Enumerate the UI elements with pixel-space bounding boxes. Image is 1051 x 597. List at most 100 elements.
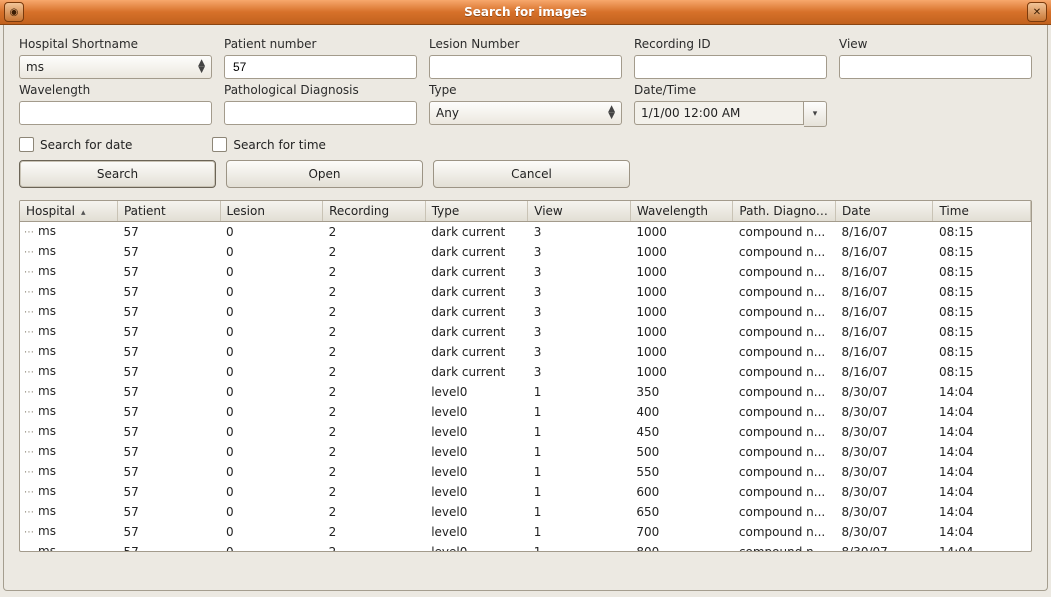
open-button[interactable]: Open xyxy=(226,160,423,188)
datetime-input[interactable]: 1/1/00 12:00 AM xyxy=(634,101,804,125)
cell-pathdiag: compound n... xyxy=(733,342,836,362)
table-row[interactable]: ⋯ms5702dark current31000compound n...8/1… xyxy=(20,322,1031,342)
tree-node-icon: ⋯ xyxy=(24,427,34,438)
label-lesion-number: Lesion Number xyxy=(429,37,622,51)
label-type: Type xyxy=(429,83,622,97)
checkbox-icon xyxy=(212,137,227,152)
recording-id-value[interactable] xyxy=(641,59,820,75)
wavelength-value[interactable] xyxy=(26,105,205,121)
patient-number-value[interactable] xyxy=(231,59,410,75)
cell-date: 8/30/07 xyxy=(836,442,933,462)
column-header-time[interactable]: Time xyxy=(933,201,1031,222)
pathological-diagnosis-value[interactable] xyxy=(231,105,410,121)
cancel-button[interactable]: Cancel xyxy=(433,160,630,188)
table-row[interactable]: ⋯ms5702dark current31000compound n...8/1… xyxy=(20,282,1031,302)
column-header-recording[interactable]: Recording xyxy=(323,201,426,222)
table-row[interactable]: ⋯ms5702level01500compound n...8/30/0714:… xyxy=(20,442,1031,462)
cell-lesion: 0 xyxy=(220,302,323,322)
search-button[interactable]: Search xyxy=(19,160,216,188)
cell-pathdiag: compound n... xyxy=(733,282,836,302)
table-row[interactable]: ⋯ms5702dark current31000compound n...8/1… xyxy=(20,222,1031,243)
cell-date: 8/16/07 xyxy=(836,242,933,262)
search-for-date-checkbox[interactable]: Search for date xyxy=(19,137,132,152)
table-row[interactable]: ⋯ms5702level01650compound n...8/30/0714:… xyxy=(20,502,1031,522)
hospital-shortname-combo[interactable]: ms ▲▼ xyxy=(19,55,212,79)
table-row[interactable]: ⋯ms5702dark current31000compound n...8/1… xyxy=(20,342,1031,362)
recording-id-input[interactable] xyxy=(634,55,827,79)
cell-lesion: 0 xyxy=(220,502,323,522)
column-header-wavelength[interactable]: Wavelength xyxy=(630,201,733,222)
cell-date: 8/30/07 xyxy=(836,422,933,442)
view-input[interactable] xyxy=(839,55,1032,79)
cell-pathdiag: compound n... xyxy=(733,422,836,442)
cell-hospital: ⋯ms xyxy=(20,342,117,362)
field-hospital-shortname: Hospital Shortname ms ▲▼ xyxy=(19,37,212,79)
cell-time: 08:15 xyxy=(933,302,1031,322)
table-row[interactable]: ⋯ms5702level01350compound n...8/30/0714:… xyxy=(20,382,1031,402)
table-row[interactable]: ⋯ms5702level01600compound n...8/30/0714:… xyxy=(20,482,1031,502)
table-row[interactable]: ⋯ms5702dark current31000compound n...8/1… xyxy=(20,362,1031,382)
tree-node-icon: ⋯ xyxy=(24,447,34,458)
column-header-patient[interactable]: Patient xyxy=(117,201,220,222)
table-row[interactable]: ⋯ms5702level01800compound n...8/30/0714:… xyxy=(20,542,1031,551)
pathological-diagnosis-input[interactable] xyxy=(224,101,417,125)
cell-lesion: 0 xyxy=(220,222,323,243)
cell-recording: 2 xyxy=(323,502,426,522)
tree-node-icon: ⋯ xyxy=(24,467,34,478)
cell-view: 1 xyxy=(528,402,631,422)
column-header-view[interactable]: View xyxy=(528,201,631,222)
results-scroll[interactable]: Hospital▴PatientLesionRecordingTypeViewW… xyxy=(20,201,1031,551)
column-header-type[interactable]: Type xyxy=(425,201,528,222)
table-row[interactable]: ⋯ms5702dark current31000compound n...8/1… xyxy=(20,262,1031,282)
column-header-pathdiag[interactable]: Path. Diagnosis xyxy=(733,201,836,222)
column-header-date[interactable]: Date xyxy=(836,201,933,222)
table-row[interactable]: ⋯ms5702dark current31000compound n...8/1… xyxy=(20,302,1031,322)
cell-type: dark current xyxy=(425,282,528,302)
cell-recording: 2 xyxy=(323,222,426,243)
cell-wavelength: 1000 xyxy=(630,362,733,382)
cell-type: dark current xyxy=(425,242,528,262)
cell-recording: 2 xyxy=(323,302,426,322)
cell-type: level0 xyxy=(425,442,528,462)
view-value[interactable] xyxy=(846,59,1025,75)
wavelength-input[interactable] xyxy=(19,101,212,125)
search-button-label: Search xyxy=(97,167,138,181)
cell-lesion: 0 xyxy=(220,462,323,482)
tree-node-icon: ⋯ xyxy=(24,307,34,318)
cell-hospital: ⋯ms xyxy=(20,282,117,302)
cell-date: 8/16/07 xyxy=(836,322,933,342)
table-row[interactable]: ⋯ms5702level01400compound n...8/30/0714:… xyxy=(20,402,1031,422)
cell-view: 1 xyxy=(528,542,631,551)
datetime-picker-button[interactable]: ▾ xyxy=(804,101,827,127)
cell-lesion: 0 xyxy=(220,482,323,502)
cell-type: level0 xyxy=(425,422,528,442)
cell-recording: 2 xyxy=(323,442,426,462)
table-row[interactable]: ⋯ms5702level01550compound n...8/30/0714:… xyxy=(20,462,1031,482)
lesion-number-input[interactable] xyxy=(429,55,622,79)
column-header-hospital[interactable]: Hospital▴ xyxy=(20,201,117,222)
column-header-lesion[interactable]: Lesion xyxy=(220,201,323,222)
table-row[interactable]: ⋯ms5702level01700compound n...8/30/0714:… xyxy=(20,522,1031,542)
close-button[interactable]: ✕ xyxy=(1027,2,1047,22)
cell-lesion: 0 xyxy=(220,362,323,382)
search-for-time-checkbox[interactable]: Search for time xyxy=(212,137,325,152)
cell-time: 08:15 xyxy=(933,282,1031,302)
cell-date: 8/30/07 xyxy=(836,382,933,402)
chevron-down-icon: ▾ xyxy=(813,109,818,119)
cell-date: 8/16/07 xyxy=(836,282,933,302)
cell-date: 8/30/07 xyxy=(836,402,933,422)
table-row[interactable]: ⋯ms5702level01450compound n...8/30/0714:… xyxy=(20,422,1031,442)
cell-hospital: ⋯ms xyxy=(20,262,117,282)
table-row[interactable]: ⋯ms5702dark current31000compound n...8/1… xyxy=(20,242,1031,262)
window-menu-button[interactable]: ◉ xyxy=(4,2,24,22)
cell-pathdiag: compound n... xyxy=(733,442,836,462)
datetime-value: 1/1/00 12:00 AM xyxy=(641,106,740,120)
open-button-label: Open xyxy=(308,167,340,181)
cell-patient: 57 xyxy=(117,242,220,262)
cell-patient: 57 xyxy=(117,362,220,382)
type-combo[interactable]: Any ▲▼ xyxy=(429,101,622,125)
tree-node-icon: ⋯ xyxy=(24,367,34,378)
patient-number-input[interactable] xyxy=(224,55,417,79)
cell-hospital: ⋯ms xyxy=(20,442,117,462)
lesion-number-value[interactable] xyxy=(436,59,615,75)
